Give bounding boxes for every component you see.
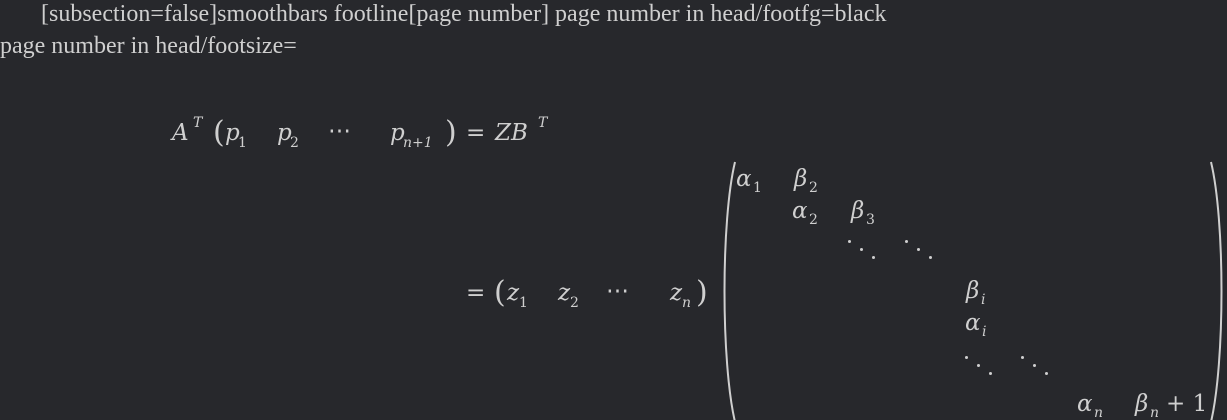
transpose-superscript-2: T — [538, 115, 548, 131]
ddots-1 — [848, 238, 878, 264]
matrix-alpha-1: α — [736, 166, 752, 192]
matrix-right-paren — [1210, 161, 1223, 420]
ddots-3 — [965, 354, 995, 380]
p2-subscript: 2 — [290, 135, 299, 151]
matrix-beta-3: β — [851, 198, 865, 224]
header-text-line-2: page number in head/footsize= — [0, 33, 297, 59]
matrix-beta-i: β — [966, 278, 980, 304]
zn-subscript: n — [682, 295, 692, 311]
ddots-4 — [1021, 354, 1051, 380]
equals-sign-1: = — [466, 120, 486, 146]
z2-subscript: 2 — [570, 295, 579, 311]
cdots-z: ⋯ — [606, 278, 629, 304]
matrix-alpha-n: α — [1077, 391, 1093, 417]
beta-n-subscript: n — [1150, 405, 1160, 420]
z2-symbol: z — [558, 280, 571, 306]
beta-3-subscript: 3 — [866, 212, 875, 228]
transpose-superscript: T — [193, 115, 203, 131]
zn-symbol: z — [670, 280, 683, 306]
right-paren-p: ) — [445, 115, 457, 150]
header-text-line-1: [subsection=false]smoothbars footline[pa… — [41, 1, 887, 27]
matrix-alpha-2: α — [792, 198, 808, 224]
left-paren-p: ( — [213, 115, 225, 150]
matrix-alpha-i: α — [965, 310, 981, 336]
z1-subscript: 1 — [519, 295, 528, 311]
matrix-left-paren — [723, 161, 736, 420]
slide-page: [subsection=false]smoothbars footline[pa… — [0, 0, 1227, 420]
matrix-beta-n: β — [1135, 391, 1149, 417]
pn1-subscript: n+1 — [403, 135, 433, 151]
equals-sign-2: = — [466, 280, 486, 306]
left-paren-z: ( — [494, 275, 506, 310]
z1-symbol: z — [507, 280, 520, 306]
alpha-2-subscript: 2 — [809, 212, 818, 228]
matrix-A: A — [172, 120, 189, 146]
alpha-n-subscript: n — [1094, 405, 1104, 420]
plus-one: + 1 — [1166, 391, 1208, 417]
cdots-p: ⋯ — [328, 118, 351, 144]
p1-subscript: 1 — [238, 135, 247, 151]
beta-i-subscript: i — [981, 292, 986, 308]
matrix-beta-2: β — [794, 166, 808, 192]
right-paren-z: ) — [696, 275, 708, 310]
ddots-2 — [905, 238, 935, 264]
alpha-i-subscript: i — [982, 324, 987, 340]
alpha-1-subscript: 1 — [753, 180, 762, 196]
ZB-symbol: ZB — [495, 120, 528, 146]
beta-2-subscript: 2 — [809, 180, 818, 196]
